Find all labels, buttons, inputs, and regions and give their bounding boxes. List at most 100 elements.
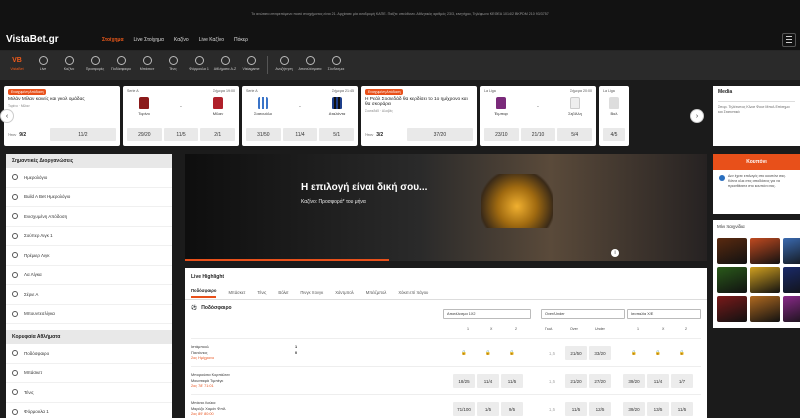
sport-links[interactable]: Σύνδεσμοι [323,56,349,71]
odds-button[interactable]: 2/1 [200,128,236,141]
sidebar-item-formula1[interactable]: Φόρμουλα 1 [6,403,172,418]
sidebar-item-la-liga[interactable]: Λα Λίγκα [6,266,172,285]
sidebar-item-premier-league[interactable]: Πρέμιερ Λιγκ [6,246,172,266]
featured-card[interactable]: Serie A Σήμερα 21:45 Σασουόλο - Αταλάντα … [242,86,358,146]
sidebar-item-bundesliga[interactable]: Μπουντεσλίγκα [6,305,172,324]
tab-tennis[interactable]: Τένις [257,290,266,295]
sport-vistabet[interactable]: VB VistaBet [4,56,30,71]
nav-live-sports[interactable]: Live Στοίχημα [134,37,164,43]
sport-promotions[interactable]: Προσφορές [82,56,108,71]
odds-button[interactable]: 11/4 [477,374,499,388]
sidebar-item-calendar[interactable]: Ημερολόγιο [6,168,172,188]
football-icon [116,56,126,65]
sport-results[interactable]: Αποτελέσματα [297,56,323,71]
odds-button[interactable]: 21/50 [565,346,587,360]
sport-football[interactable]: Ποδόσφαιρο [108,56,134,71]
game-thumbnail[interactable] [750,296,780,322]
game-thumbnail[interactable] [783,238,800,264]
featured-card[interactable]: La Liga Σήμερα 20:00 Έιμπαρ - Σεβίλλη 23/… [480,86,596,146]
tab-football[interactable]: Ποδόσφαιρο [191,288,217,298]
market-select-over-under[interactable]: Over/Under [541,309,625,319]
tab-basketball[interactable]: Μπάσκετ [228,290,245,295]
odds-button[interactable]: 21/20 [565,374,587,388]
odds-button[interactable]: 9/5 [501,402,523,416]
odds-button[interactable]: 31/50 [246,128,281,141]
odds-button[interactable]: 12/5 [589,402,611,416]
tab-volleyball[interactable]: Βόλεϊ [278,290,288,295]
game-thumbnail[interactable] [783,296,800,322]
promo-banner[interactable]: Η επιλογή είναι δική σου... Καζίνο: Προσ… [185,154,707,261]
sport-live[interactable]: Live [30,56,56,71]
market-select-1x2[interactable]: Αποτέλεσμα 1Χ2 [443,309,531,319]
sidebar-item-basketball[interactable]: Μπάσκετ [6,364,172,383]
brand-logo[interactable]: VistaBet.gr [6,34,96,45]
odds-button[interactable]: 18/25 [453,374,475,388]
odds-button[interactable]: 5/1 [319,128,355,141]
info-icon[interactable]: i [611,249,619,257]
odds-button[interactable]: 11/4 [282,128,318,141]
sport-formula1[interactable]: Φόρμουλα 1 [186,56,212,71]
market-select-draw[interactable]: Ισοπαλία Χ/Ε [627,309,701,319]
chevron-left-icon[interactable]: ‹ [0,109,14,123]
sidebar-item-superleague[interactable]: Σούπερ Λιγκ 1 [6,227,172,246]
sidebar-item-boosted[interactable]: Ενισχυμένη Απόδοση [6,207,172,227]
odds-button[interactable]: 71/100 [453,402,475,416]
sidebar-item-build-a-bet[interactable]: Build A Bet Ημερολόγιο [6,188,172,207]
tab-baseball[interactable]: Μπέιζμπολ [366,290,387,295]
odds-button[interactable]: 1/7 [671,374,693,388]
lock-icon: 🔒 [485,350,491,355]
live-match-row[interactable]: Μπορούσια Κορπάλτεν Μουσταφά Τιμπέγκ 2ος 7… [191,366,701,394]
odds-button[interactable]: 11/5 [671,402,693,416]
tab-handball[interactable]: Χάντμπολ [335,290,354,295]
live-match-row[interactable]: Ιστάμπουλ Πανιόνιος 2ος Ημίχρονο 1 0 🔒 🔒 🔒 1,5 2… [191,338,701,366]
sport-search[interactable]: Αναζήτηση [271,56,297,71]
featured-card[interactable]: Serie A Σήμερα 19:00 Τορίνο - Μίλαν 29/20… [123,86,239,146]
chevron-right-icon[interactable]: › [690,109,704,123]
nav-casino[interactable]: Καζίνο [174,37,189,43]
odds-button[interactable]: 37/20 [406,128,473,141]
featured-card[interactable]: Ενισχυμένη Απόδοση Η Ρεάλ Σοσιεδάδ θα κε… [361,86,477,146]
featured-card[interactable]: La Liga Βαλ 4/5 [599,86,629,146]
sport-basketball[interactable]: Μπάσκετ [134,56,160,71]
live-match-row[interactable]: Μπάνια Λούκα Μαρόζκ Χαμόν Φπίλ 2ος 89' 80:… [191,394,701,418]
odds-button[interactable]: 39/20 [623,374,645,388]
odds-button[interactable]: 13/5 [647,402,669,416]
sport-az[interactable]: Αθλήματα A-Z [212,56,238,71]
tab-ice-hockey[interactable]: Χόκεϊ επί πάγου [398,290,428,295]
nav-sports[interactable]: Στοίχημα [102,37,124,43]
featured-card[interactable]: Ενισχυμένη Απόδοση Μιλάν Μίλαν κανείς κα… [4,86,120,146]
game-thumbnail[interactable] [783,267,800,293]
sport-tennis[interactable]: Τένις [160,56,186,71]
odds-button[interactable]: 11/5 [163,128,199,141]
game-thumbnail[interactable] [717,296,747,322]
sport-vistagame[interactable]: Vistagame [238,56,264,71]
odds-button[interactable]: 29/20 [127,128,162,141]
game-thumbnail[interactable] [717,238,747,264]
calendar-icon [12,174,18,181]
odds-button[interactable]: 4/5 [603,128,625,141]
odds-button[interactable]: 39/20 [623,402,645,416]
odds-button[interactable]: 1/5 [477,402,499,416]
menu-icon[interactable] [782,32,796,47]
nav-live-casino[interactable]: Live Καζίνο [199,37,224,43]
odds-button[interactable]: 5/4 [557,128,593,141]
coupon-header[interactable]: Κουπόνι [713,154,800,170]
game-thumbnail[interactable] [717,267,747,293]
odds-button[interactable]: 23/10 [484,128,519,141]
odds-button[interactable]: 11/5 [501,374,523,388]
sidebar-item-tennis[interactable]: Τένις [6,383,172,403]
game-thumbnail[interactable] [750,238,780,264]
sport-casino[interactable]: Καζίνο [56,56,82,71]
sidebar-item-serie-a[interactable]: Σέριε Α [6,285,172,305]
odds-button[interactable]: 11/4 [647,374,669,388]
odds-button[interactable]: 21/10 [520,128,556,141]
game-thumbnail[interactable] [750,267,780,293]
odds-button[interactable]: 27/20 [589,374,611,388]
odds-button[interactable]: 11/2 [49,128,116,141]
shirt-icon [569,97,580,109]
nav-poker[interactable]: Πόκερ [234,37,248,43]
odds-button[interactable]: 33/20 [589,346,611,360]
sidebar-item-football[interactable]: Ποδόσφαιρο [6,344,172,364]
tab-ping-pong[interactable]: Πινγκ πονγκ [300,290,323,295]
odds-button[interactable]: 11/5 [565,402,587,416]
